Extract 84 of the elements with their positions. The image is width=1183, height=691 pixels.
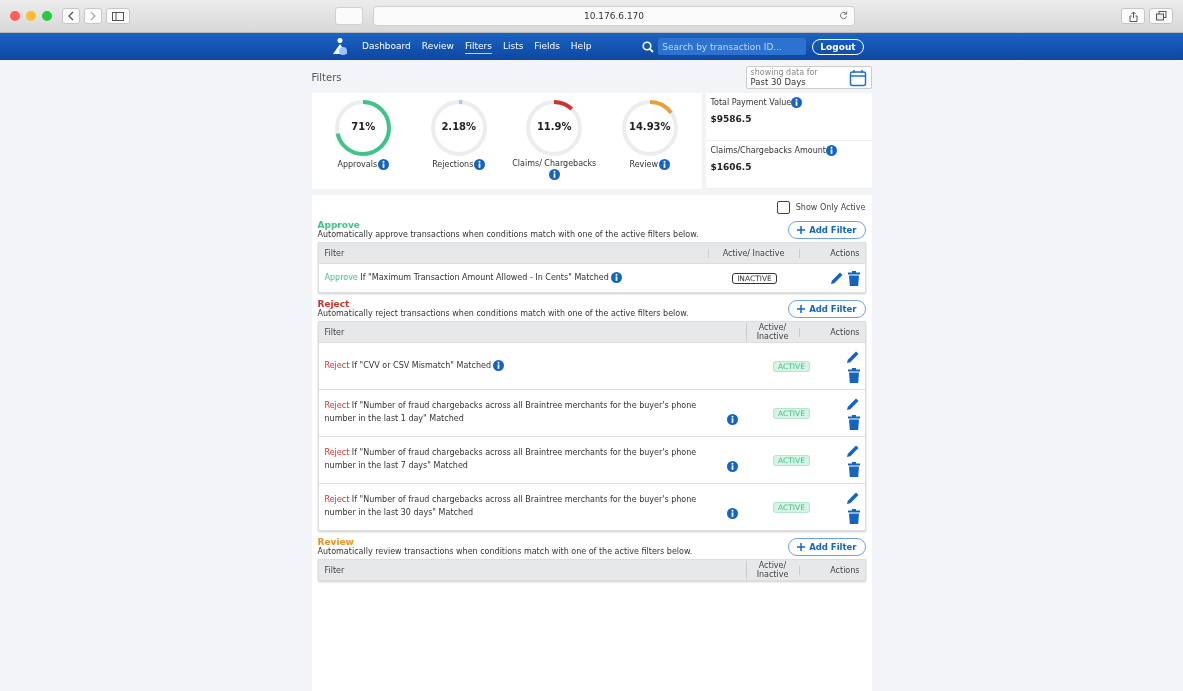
filter-rule: Reject If "Number of fraud chargebacks across all Braintree merchants for the buyer's phone number in the last 7 days" Matched: [324, 447, 698, 472]
reload-icon[interactable]: [839, 11, 848, 20]
gauge-label: Rejections: [432, 160, 474, 169]
column-header: Active/ Inactive: [707, 248, 799, 258]
edit-icon[interactable]: [845, 396, 860, 411]
add-filter-button[interactable]: Add Filter: [788, 538, 866, 556]
total-label: Total Payment Value: [710, 98, 792, 107]
nav-link[interactable]: Lists: [502, 39, 524, 54]
gauge-value: 14.93%: [628, 121, 671, 132]
edit-icon[interactable]: [845, 349, 860, 364]
add-filter-button[interactable]: Add Filter: [788, 300, 866, 318]
plus-icon: [797, 543, 806, 551]
sidebar-button[interactable]: [106, 8, 130, 24]
gauge-label: Approvals: [337, 160, 378, 169]
gauge-value: 11.9%: [536, 121, 572, 132]
gauge-label: Review: [629, 160, 658, 169]
column-header: Filter: [323, 248, 346, 258]
share-button[interactable]: [1121, 8, 1145, 24]
info-icon[interactable]: [492, 360, 504, 372]
column-header: Active/ Inactive: [745, 561, 799, 579]
info-icon[interactable]: [791, 97, 803, 108]
address-bar[interactable]: 10.176.6.170: [373, 6, 855, 26]
info-icon[interactable]: [825, 145, 837, 156]
total-value: $9586.5: [710, 114, 753, 124]
gauge-value: 2.18%: [441, 121, 477, 132]
gauge-value: 71%: [351, 121, 376, 132]
info-icon[interactable]: [726, 507, 738, 519]
nav-link[interactable]: Help: [570, 39, 592, 54]
edit-icon[interactable]: [845, 490, 860, 505]
plus-icon: [797, 226, 806, 234]
info-icon[interactable]: [726, 413, 738, 425]
filter-rule: Reject If "Number of fraud chargebacks across all Braintree merchants for the buyer's phone number in the last 30 days" Matched: [324, 494, 698, 519]
column-header: Actions: [798, 565, 865, 575]
delete-icon[interactable]: [847, 414, 860, 430]
nav-link[interactable]: Review: [421, 39, 454, 54]
sidebar-icon: [112, 11, 124, 21]
edit-icon[interactable]: [845, 443, 860, 458]
column-header: Filter: [323, 565, 346, 575]
edit-icon[interactable]: [829, 271, 844, 285]
section-title: Approve: [317, 220, 360, 230]
page-title: Filters: [311, 72, 342, 83]
total-value: $1606.5: [710, 162, 753, 172]
search-icon: [642, 40, 655, 53]
address-text: 10.176.6.170: [583, 11, 645, 21]
tabs-icon: [1155, 11, 1167, 21]
column-header: Active/ Inactive: [745, 323, 799, 341]
filter-rule: Reject If "CVV or CSV Mismatch" Matched: [324, 359, 491, 372]
section-title: Review: [317, 537, 355, 547]
filter-rule: Approve If "Maximum Transaction Amount Allowed - In Cents" Matched: [324, 271, 609, 284]
logo-icon[interactable]: [330, 36, 350, 57]
section-description: Automatically review transactions when conditions match with one of the active filters below.: [317, 547, 693, 556]
info-icon[interactable]: [659, 159, 670, 170]
chevron-right-icon: [89, 11, 97, 21]
info-icon[interactable]: [548, 169, 560, 180]
calendar-icon: [848, 68, 867, 87]
info-icon[interactable]: [610, 272, 622, 284]
delete-icon[interactable]: [847, 270, 860, 286]
column-header: Actions: [798, 327, 865, 337]
nav-link[interactable]: Dashboard: [362, 39, 411, 54]
delete-icon[interactable]: [847, 461, 860, 477]
gauge-label: Claims/ Chargebacks: [512, 159, 597, 168]
column-header: Actions: [798, 248, 865, 258]
chevron-left-icon: [67, 11, 75, 21]
info-icon[interactable]: [474, 159, 486, 170]
delete-icon[interactable]: [847, 508, 860, 524]
info-icon[interactable]: [726, 460, 738, 472]
nav-link[interactable]: Fields: [534, 39, 560, 54]
nav-link[interactable]: Filters: [464, 39, 492, 54]
total-label: Claims/Chargebacks Amount: [710, 146, 826, 155]
tabs-button[interactable]: [1149, 8, 1173, 24]
checkbox[interactable]: [776, 201, 790, 214]
section-description: Automatically reject transactions when conditions match with one of the active filters below.: [317, 309, 689, 318]
back-button[interactable]: [62, 8, 80, 24]
checkbox-label: Show Only Active: [795, 203, 866, 212]
column-header: Filter: [323, 327, 346, 337]
filter-rule: Reject If "Number of fraud chargebacks across all Braintree merchants for the buyer's phone number in the last 1 day" Matched: [324, 400, 698, 425]
plus-icon: [797, 305, 806, 313]
delete-icon[interactable]: [847, 367, 860, 383]
section-description: Automatically approve transactions when conditions match with one of the active filters below.: [317, 230, 699, 239]
section-title: Reject: [317, 299, 350, 309]
date-range-picker[interactable]: showing data for Past 30 Days: [745, 66, 872, 89]
share-icon: [1128, 10, 1138, 22]
info-icon[interactable]: [378, 159, 390, 170]
add-filter-button[interactable]: Add Filter: [788, 221, 866, 239]
